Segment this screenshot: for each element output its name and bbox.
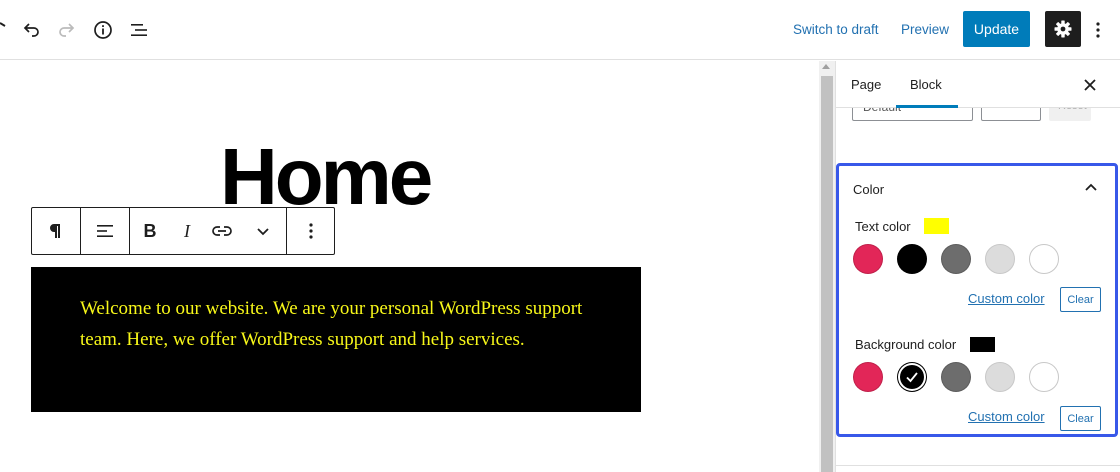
- text-custom-color-link[interactable]: Custom color: [968, 291, 1045, 306]
- align-icon[interactable]: [81, 208, 129, 254]
- tab-block[interactable]: Block: [910, 77, 942, 92]
- background-clear-button[interactable]: Clear: [1060, 406, 1101, 431]
- chevron-up-icon[interactable]: [1083, 180, 1099, 196]
- color-panel-title[interactable]: Color: [853, 182, 884, 197]
- block-type-group: [32, 208, 81, 254]
- background-color-swatch[interactable]: [853, 362, 883, 392]
- text-color-swatch[interactable]: [897, 244, 927, 274]
- paragraph-text[interactable]: Welcome to our website. We are your pers…: [80, 293, 590, 355]
- close-icon[interactable]: [1079, 74, 1101, 96]
- text-clear-button[interactable]: Clear: [1060, 287, 1101, 312]
- bold-icon[interactable]: B: [130, 208, 170, 254]
- settings-sidebar: Default Reset Page Block Color Text colo…: [835, 61, 1120, 472]
- block-options-group: [287, 208, 335, 254]
- scrollbar-thumb[interactable]: [821, 76, 833, 472]
- formatting-group: B I: [130, 208, 287, 254]
- info-icon[interactable]: [87, 14, 119, 46]
- editor-header: Switch to draft Preview Update: [0, 0, 1120, 60]
- background-custom-color-link[interactable]: Custom color: [968, 409, 1045, 424]
- background-color-indicator: [970, 337, 995, 352]
- background-color-swatch[interactable]: [897, 362, 927, 392]
- preview-button[interactable]: Preview: [901, 22, 949, 37]
- chevron-down-icon[interactable]: [240, 208, 286, 254]
- active-tab-indicator: [896, 105, 958, 108]
- more-options-icon[interactable]: [287, 208, 335, 254]
- undo-icon[interactable]: [15, 14, 47, 46]
- switch-to-draft-button[interactable]: Switch to draft: [793, 22, 879, 37]
- paragraph-block[interactable]: Welcome to our website. We are your pers…: [31, 267, 641, 412]
- text-color-swatch[interactable]: [941, 244, 971, 274]
- update-button[interactable]: Update: [963, 11, 1030, 47]
- text-color-swatch[interactable]: [985, 244, 1015, 274]
- panel-divider: [836, 465, 1120, 466]
- text-color-swatch[interactable]: [853, 244, 883, 274]
- color-panel: Color Text color Custom color Clear Back…: [836, 163, 1118, 437]
- link-icon[interactable]: [204, 208, 240, 254]
- align-group: [81, 208, 130, 254]
- italic-icon[interactable]: I: [170, 208, 204, 254]
- gear-icon: [1054, 20, 1072, 38]
- list-view-icon[interactable]: [123, 14, 155, 46]
- paragraph-icon[interactable]: [32, 208, 80, 254]
- sidebar-tabs: Page Block: [836, 61, 1120, 108]
- block-toolbar: B I: [31, 207, 335, 255]
- text-color-label: Text color: [855, 219, 911, 234]
- more-options-icon[interactable]: [1083, 14, 1113, 46]
- background-color-label: Background color: [855, 337, 957, 352]
- background-color-swatch[interactable]: [985, 362, 1015, 392]
- scroll-up-arrow[interactable]: [822, 64, 830, 69]
- settings-button[interactable]: [1045, 11, 1081, 47]
- check-icon: [906, 372, 918, 383]
- tab-page[interactable]: Page: [851, 77, 881, 92]
- background-color-swatch[interactable]: [941, 362, 971, 392]
- text-color-indicator: [924, 218, 949, 234]
- redo-icon[interactable]: [51, 14, 83, 46]
- background-color-swatch[interactable]: [1029, 362, 1059, 392]
- text-color-swatch[interactable]: [1029, 244, 1059, 274]
